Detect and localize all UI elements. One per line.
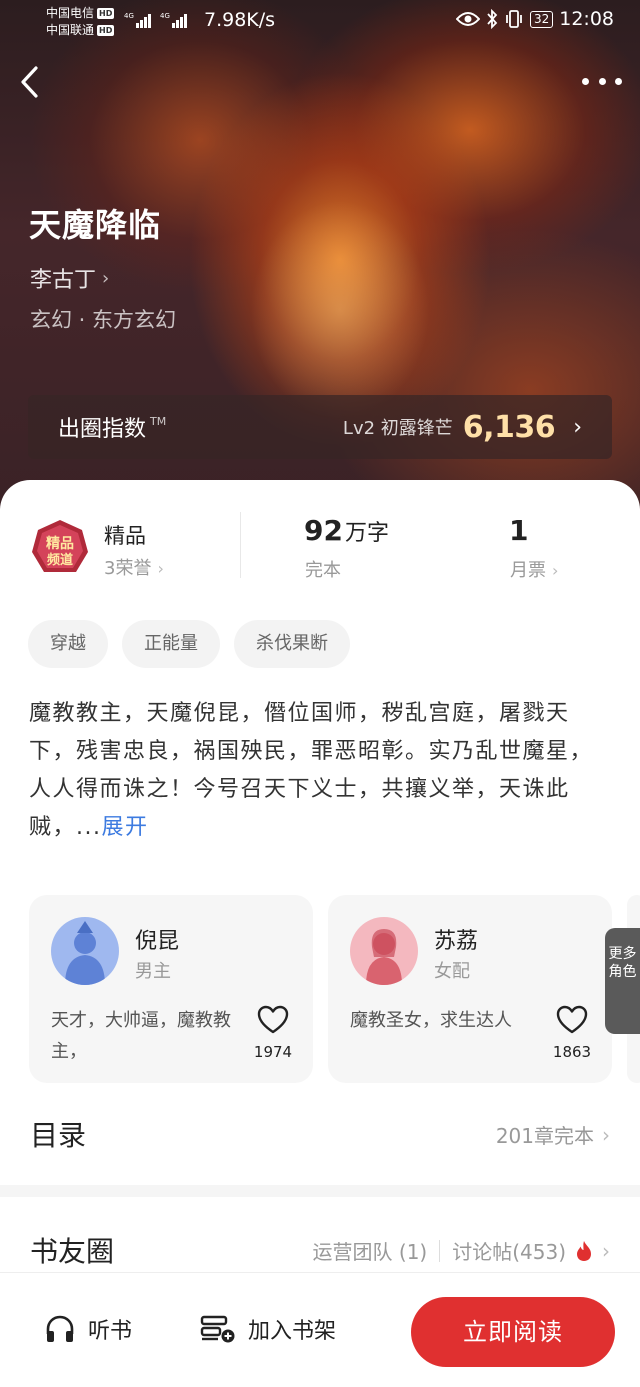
character-name: 苏荔 xyxy=(434,929,479,954)
carrier-1: 中国电信 xyxy=(46,6,95,20)
tag-chip[interactable]: 杀伐果断 xyxy=(234,620,350,668)
battery-indicator: 32 xyxy=(529,10,554,28)
status-bar: 中国电信 HD 中国联通 HD 4G 4G 7.98K/s 32 12:08 xyxy=(0,0,640,44)
synopsis: 魔教教主，天魔倪昆，僭位国师，秽乱宫庭，屠戮天下，残害忠良，祸国殃民，罪恶昭彰。… xyxy=(29,695,613,847)
carrier-info: 中国电信 HD 中国联通 HD xyxy=(46,5,115,39)
like-button[interactable] xyxy=(556,1005,588,1035)
eye-icon xyxy=(455,12,480,26)
divider xyxy=(439,1239,441,1262)
circle-info: 运营团队 (1) 讨论帖(453) › xyxy=(313,1236,610,1265)
honor-title: 精品 xyxy=(104,524,146,548)
hd-badge: HD xyxy=(97,8,115,19)
network-speed: 7.98K/s xyxy=(204,9,276,31)
honor-count: 3荣誉 xyxy=(104,558,152,579)
monthly-votes-label: 月票 xyxy=(510,560,546,581)
character-role: 男主 xyxy=(135,961,171,982)
chevron-right-icon: › xyxy=(573,414,582,440)
discussion-posts: 讨论帖(453) xyxy=(452,1240,566,1264)
heart-icon xyxy=(556,1005,588,1034)
tag-list: 穿越 正能量 杀伐果断 xyxy=(28,620,350,668)
book-genre: 玄幻 · 东方玄幻 xyxy=(30,308,177,332)
word-count-value: 92 xyxy=(304,514,343,547)
avatar xyxy=(350,917,418,985)
author-link[interactable]: 李古丁 › xyxy=(30,262,109,294)
signal-icon: 4G xyxy=(124,11,156,32)
signal-icon: 4G xyxy=(160,11,192,32)
character-card[interactable]: 倪昆 男主 天才，大帅逼，魔教教主， 1974 xyxy=(29,895,313,1083)
chevron-right-icon: › xyxy=(602,1238,610,1263)
index-value: 6,136 xyxy=(462,409,556,445)
toc-info: 201章完本 › xyxy=(496,1120,610,1149)
book-title: 天魔降临 xyxy=(29,206,162,244)
listen-label: 听书 xyxy=(88,1319,133,1344)
chapter-count: 201章完本 xyxy=(495,1124,594,1148)
avatar xyxy=(51,917,119,985)
word-count-unit: 万字 xyxy=(344,521,389,546)
stats-row: 精品 频道 精品 3荣誉 › 92万字 完本 1 月票 › xyxy=(0,500,640,600)
character-description: 魔教圣女，求生达人 xyxy=(350,1010,512,1031)
more-dot-icon xyxy=(582,77,589,85)
shelf-label: 加入书架 xyxy=(248,1319,337,1344)
more-roles-button[interactable]: 更多角色 xyxy=(605,928,640,1034)
more-dot-icon xyxy=(615,77,622,85)
like-count: 1974 xyxy=(253,1043,293,1061)
listen-button[interactable]: 听书 xyxy=(44,1313,132,1345)
carrier-2: 中国联通 xyxy=(46,23,95,37)
index-level: Lv2 初露锋芒 xyxy=(342,418,453,439)
operations-team: 运营团队 (1) xyxy=(312,1240,428,1264)
status-icons: 32 12:08 xyxy=(455,8,614,30)
chevron-right-icon: › xyxy=(552,561,559,580)
badge-text-2: 频道 xyxy=(47,552,73,568)
reader-circle-row[interactable]: 书友圈 运营团队 (1) 讨论帖(453) › xyxy=(0,1202,640,1282)
badge-text-1: 精品 xyxy=(46,535,74,552)
vibrate-icon xyxy=(506,10,522,28)
hero-banner: 中国电信 HD 中国联通 HD 4G 4G 7.98K/s 32 12:08 天… xyxy=(0,0,640,520)
character-card[interactable]: 苏荔 女配 魔教圣女，求生达人 1863 xyxy=(328,895,612,1083)
character-role: 女配 xyxy=(434,961,470,982)
popularity-index-bar[interactable]: 出圈指数 TM Lv2 初露锋芒 6,136 › xyxy=(28,395,612,459)
divider xyxy=(240,512,241,578)
character-name: 倪昆 xyxy=(135,929,180,954)
index-label: 出圈指数 xyxy=(58,417,147,442)
table-of-contents-row[interactable]: 目录 201章完本 › xyxy=(0,1098,640,1172)
monthly-votes-value: 1 xyxy=(509,514,529,547)
add-to-shelf-button[interactable]: 加入书架 xyxy=(200,1313,336,1345)
expand-link[interactable]: 展开 xyxy=(101,815,148,840)
honor-link[interactable]: 3荣誉 › xyxy=(104,554,164,580)
like-count: 1863 xyxy=(552,1043,592,1061)
section-divider xyxy=(0,1185,640,1197)
add-bookshelf-icon xyxy=(200,1315,235,1343)
headphones-icon xyxy=(46,1315,74,1342)
trademark-mark: TM xyxy=(150,414,167,428)
fire-icon xyxy=(577,1240,591,1261)
chevron-right-icon: › xyxy=(602,1122,610,1147)
more-options-button[interactable] xyxy=(582,68,622,94)
bottom-action-bar: 听书 加入书架 立即阅读 xyxy=(0,1272,640,1387)
chevron-right-icon: › xyxy=(102,267,110,289)
like-button[interactable] xyxy=(257,1005,289,1035)
read-now-button[interactable]: 立即阅读 xyxy=(411,1297,615,1367)
toc-title: 目录 xyxy=(30,1119,87,1152)
tag-chip[interactable]: 穿越 xyxy=(28,620,108,668)
circle-title: 书友圈 xyxy=(30,1235,115,1268)
author-name: 李古丁 xyxy=(30,268,97,293)
network-type-2: 4G xyxy=(160,12,170,20)
more-dot-icon xyxy=(598,77,606,85)
cover-art-glow xyxy=(250,200,430,420)
character-description: 天才，大帅逼，魔教教主， xyxy=(51,1010,231,1062)
hd-badge: HD xyxy=(97,25,115,36)
word-count: 92万字 xyxy=(304,514,389,547)
tag-chip[interactable]: 正能量 xyxy=(122,620,220,668)
completion-status: 完本 xyxy=(305,560,341,581)
book-detail-sheet: 精品 频道 精品 3荣誉 › 92万字 完本 1 月票 › 穿越 正能量 杀伐果断 … xyxy=(0,480,640,1300)
monthly-votes-link[interactable]: 月票 › xyxy=(510,556,558,582)
clock: 12:08 xyxy=(559,8,614,30)
network-type-1: 4G xyxy=(124,12,134,20)
premium-badge-icon: 精品 频道 xyxy=(30,518,90,578)
back-button[interactable] xyxy=(14,62,48,102)
chevron-left-icon xyxy=(21,66,38,98)
bluetooth-icon xyxy=(487,9,498,29)
heart-icon xyxy=(257,1005,289,1034)
chevron-right-icon: › xyxy=(157,559,164,578)
